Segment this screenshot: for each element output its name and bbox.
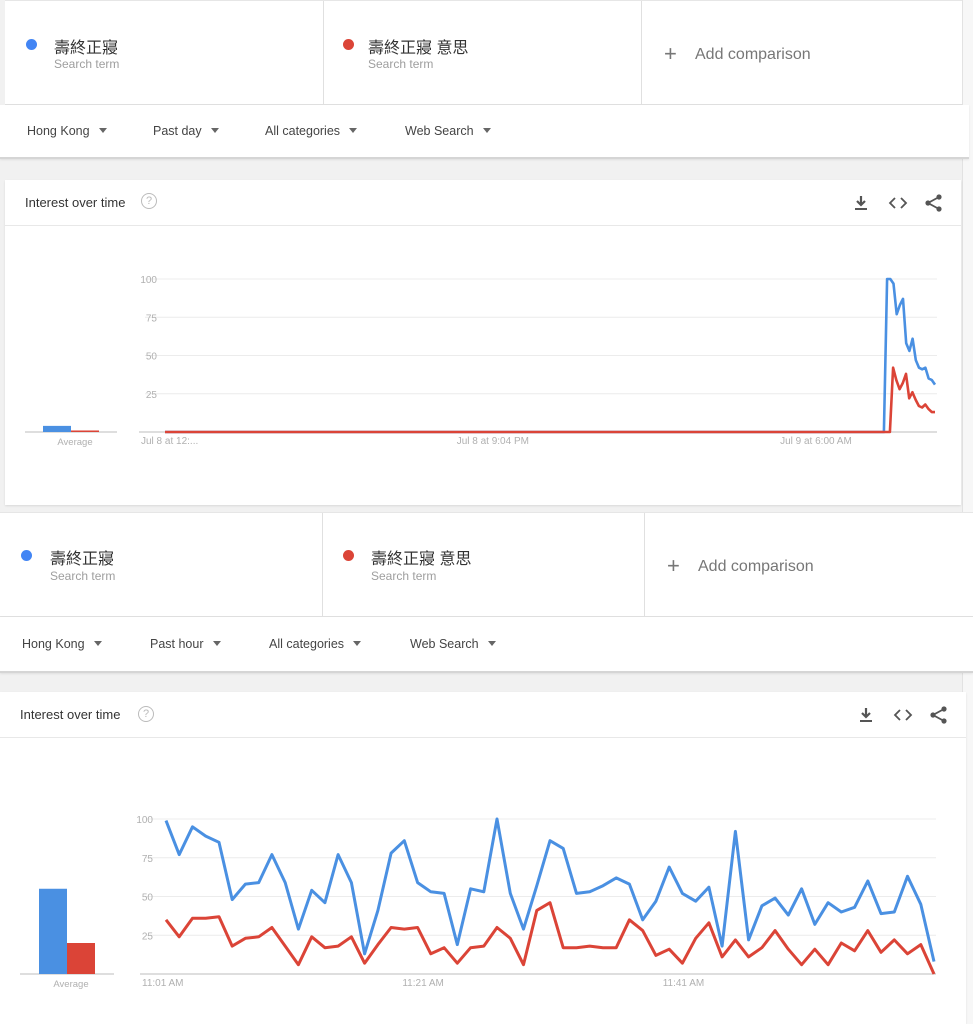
x-tick-label: 11:01 AM (142, 978, 184, 989)
search-term-name: 壽終正寢 意思 (371, 551, 472, 568)
filter-region[interactable]: Hong Kong (22, 637, 102, 651)
interest-over-time-card: Interest over time ? 25 50 75 100 Jul 8 at 1… (5, 180, 961, 505)
x-tick-label: Jul 9 at 6:00 AM (780, 436, 852, 447)
filter-label: Web Search (405, 124, 474, 138)
search-term-1[interactable]: 壽終正寢 Search term (0, 513, 323, 616)
filter-search-type[interactable]: Web Search (410, 637, 496, 651)
search-term-name: 壽終正寢 意思 (368, 40, 469, 57)
average-bar-blue (43, 425, 71, 432)
series-color-dot-red (343, 39, 354, 50)
filter-label: Past hour (150, 637, 204, 651)
y-tick-label: 50 (142, 893, 154, 904)
dropdown-caret-icon (487, 641, 496, 647)
y-tick-label: 100 (136, 815, 153, 826)
share-icon[interactable] (929, 705, 949, 725)
card-header: Interest over time ? (5, 180, 961, 226)
filter-category[interactable]: All categories (269, 637, 362, 651)
filter-label: Web Search (410, 637, 479, 651)
filter-time-range[interactable]: Past hour (150, 637, 221, 651)
panel-past-hour: 壽終正寢 Search term 壽終正寢 意思 Search term + A… (0, 512, 973, 1024)
y-tick-label: 75 (146, 313, 158, 324)
add-comparison-button[interactable]: + Add comparison (642, 1, 962, 104)
series-color-dot-blue (21, 550, 32, 561)
download-icon[interactable] (851, 193, 871, 213)
search-terms-bar: 壽終正寢 Search term 壽終正寢 意思 Search term + A… (5, 0, 962, 105)
y-tick-label: 100 (140, 275, 157, 286)
filters-bar: Hong Kong Past hour All categories Web S… (0, 617, 973, 673)
dropdown-caret-icon (98, 128, 107, 134)
add-comparison-label: Add comparison (695, 46, 811, 63)
x-tick-label: Jul 8 at 12:... (141, 436, 198, 447)
plus-icon: + (667, 553, 680, 578)
average-label: Average (57, 437, 92, 448)
interest-chart-past-day: 25 50 75 100 Jul 8 at 12:... Jul 8 at 9:04 PM… (25, 275, 937, 448)
search-term-type: Search term (371, 569, 437, 583)
series-color-dot-red (343, 550, 354, 561)
average-bar-blue (39, 888, 67, 974)
search-term-type: Search term (368, 57, 434, 71)
add-comparison-label: Add comparison (698, 558, 814, 575)
interest-over-time-card: Interest over time ? 25 50 75 100 11:01 AM 11… (0, 692, 966, 1024)
series-line-red (164, 901, 936, 975)
panel-past-day: 壽終正寢 Search term 壽終正寢 意思 Search term + A… (0, 0, 973, 506)
embed-icon[interactable] (893, 705, 913, 725)
filters-bar: Hong Kong Past day All categories Web Se… (0, 105, 969, 159)
filter-category[interactable]: All categories (265, 124, 358, 138)
y-tick-label: 50 (146, 352, 158, 363)
filter-time-range[interactable]: Past day (153, 124, 219, 138)
search-terms-bar: 壽終正寢 Search term 壽終正寢 意思 Search term + A… (0, 512, 973, 617)
search-term-name: 壽終正寢 (50, 551, 115, 568)
share-icon[interactable] (924, 193, 944, 213)
search-term-2[interactable]: 壽終正寢 意思 Search term (324, 1, 642, 104)
average-bar-red (71, 430, 99, 432)
filter-label: All categories (269, 637, 345, 651)
dropdown-caret-icon (482, 128, 491, 134)
search-term-type: Search term (54, 57, 120, 71)
filter-label: Hong Kong (22, 637, 85, 651)
download-icon[interactable] (856, 705, 876, 725)
search-term-2[interactable]: 壽終正寢 意思 Search term (323, 513, 645, 616)
y-tick-label: 25 (146, 390, 158, 401)
help-icon[interactable]: ? (141, 193, 157, 209)
plus-icon: + (664, 41, 677, 66)
card-header: Interest over time ? (0, 692, 966, 738)
help-icon[interactable]: ? (138, 706, 154, 722)
series-line-red (165, 366, 935, 434)
add-comparison-button[interactable]: + Add comparison (645, 513, 973, 616)
dropdown-caret-icon (212, 641, 221, 647)
x-tick-label: 11:21 AM (402, 978, 444, 989)
average-bar-red (67, 943, 95, 974)
dropdown-caret-icon (353, 641, 362, 647)
search-term-1[interactable]: 壽終正寢 Search term (5, 1, 324, 104)
y-tick-label: 75 (142, 854, 154, 865)
y-tick-label: 25 (142, 931, 154, 942)
filter-region[interactable]: Hong Kong (27, 124, 107, 138)
filter-label: Past day (153, 124, 202, 138)
card-title: Interest over time (20, 707, 121, 722)
embed-icon[interactable] (888, 193, 908, 213)
interest-chart-past-hour: 25 50 75 100 11:01 AM 11:21 AM 11:41 AM Average (20, 815, 936, 990)
dropdown-caret-icon (93, 641, 102, 647)
filter-label: Hong Kong (27, 124, 90, 138)
dropdown-caret-icon (349, 128, 358, 134)
search-term-type: Search term (50, 569, 116, 583)
card-title: Interest over time (25, 195, 126, 210)
x-tick-label: 11:41 AM (663, 978, 705, 989)
dropdown-caret-icon (210, 128, 219, 134)
search-term-name: 壽終正寢 (54, 40, 119, 57)
series-color-dot-blue (26, 39, 37, 50)
x-tick-label: Jul 8 at 9:04 PM (457, 436, 529, 447)
filter-search-type[interactable]: Web Search (405, 124, 491, 138)
filter-label: All categories (265, 124, 341, 138)
average-label: Average (53, 979, 88, 990)
